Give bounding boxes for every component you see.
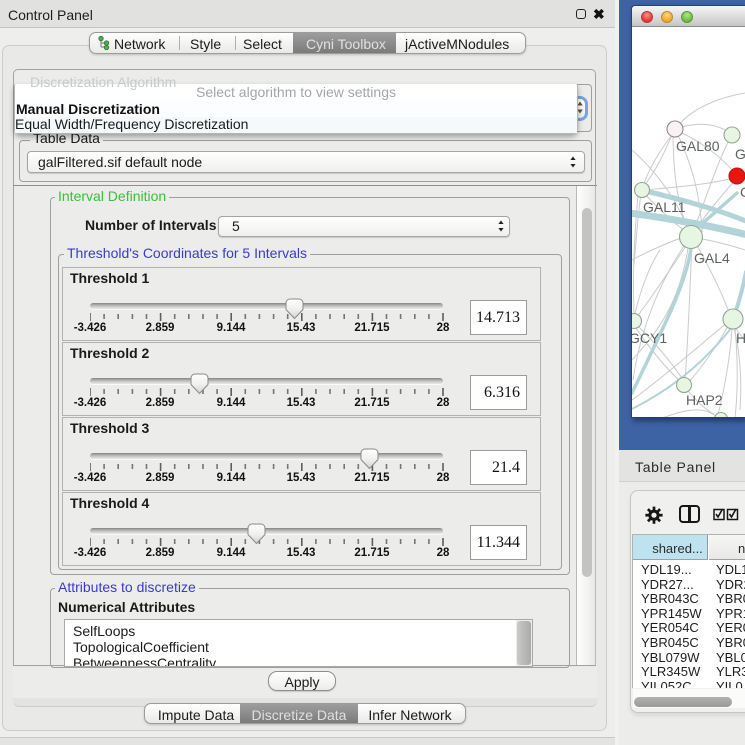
svg-text:H: H <box>736 330 745 346</box>
svg-text:GCY1: GCY1 <box>632 330 667 346</box>
svg-text:G.: G. <box>735 146 745 162</box>
svg-text:GAL11: GAL11 <box>643 199 686 215</box>
svg-text:GAL80: GAL80 <box>676 138 720 154</box>
svg-text:HAP2: HAP2 <box>686 392 723 408</box>
svg-text:C: C <box>740 184 745 200</box>
svg-text:GAL4: GAL4 <box>694 250 730 266</box>
